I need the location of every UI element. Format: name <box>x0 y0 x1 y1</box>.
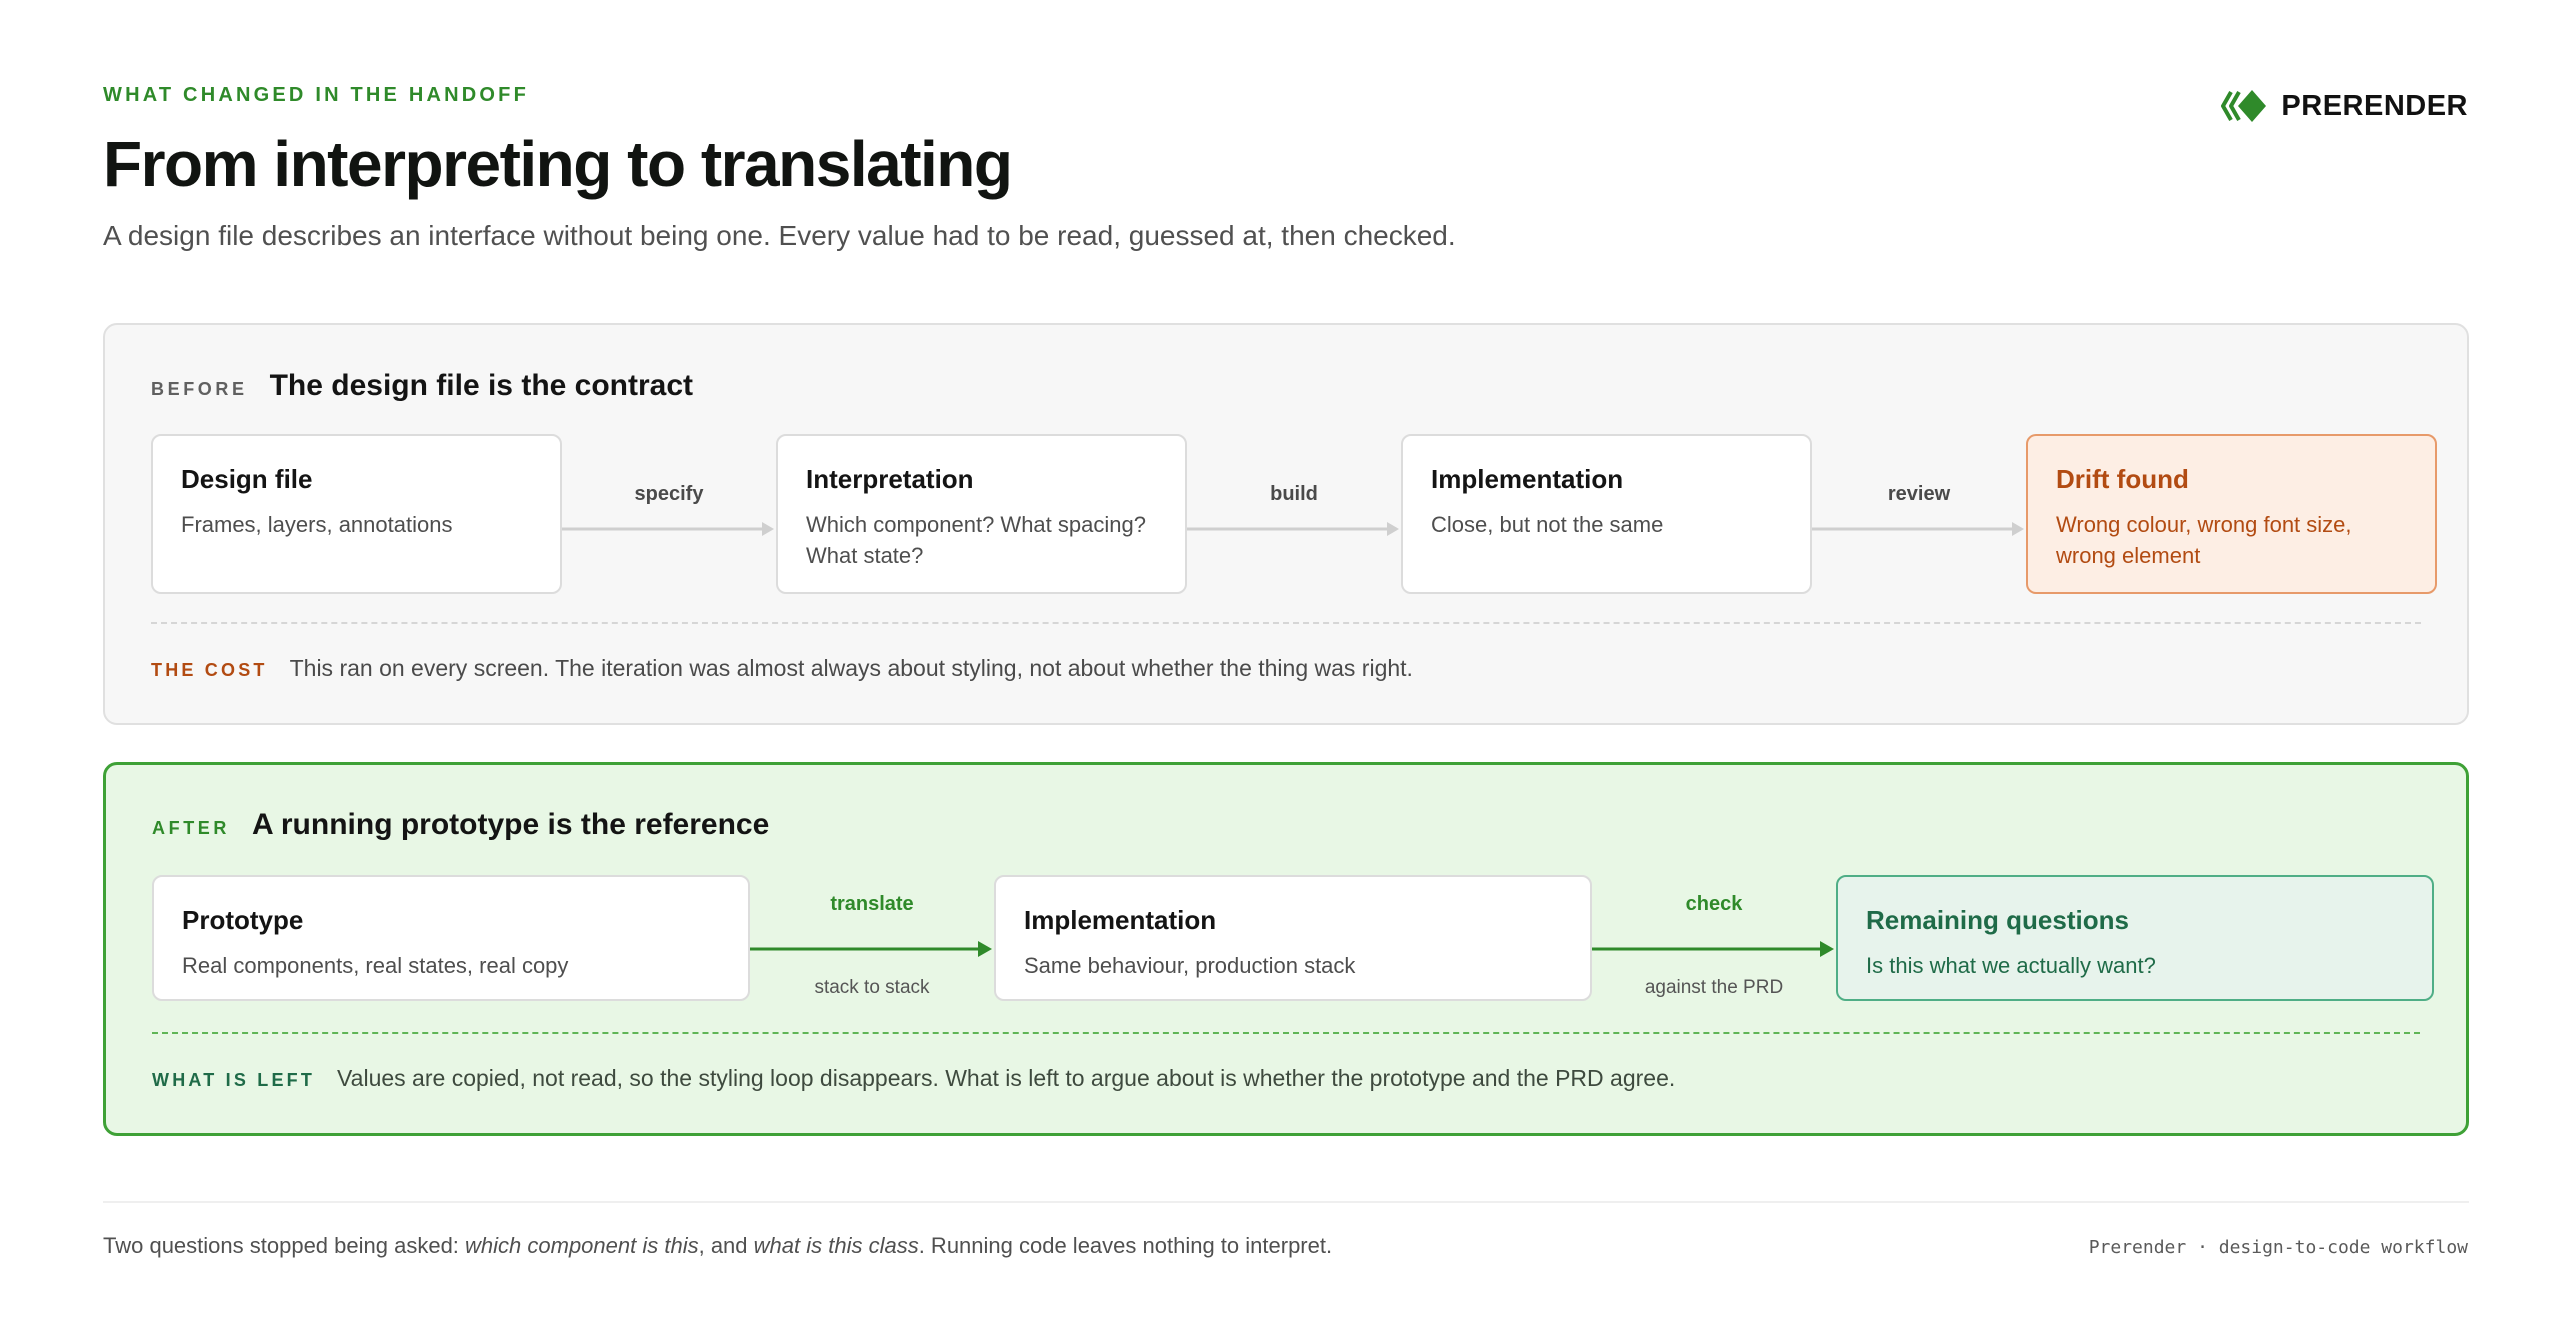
brand-logo: PRERENDER <box>2221 88 2468 124</box>
after-panel: AFTER A running prototype is the referen… <box>103 762 2469 1136</box>
step-title: Interpretation <box>806 464 974 494</box>
before-tag: BEFORE <box>151 379 248 399</box>
step-title: Prototype <box>182 905 304 935</box>
dashed-divider <box>152 1032 2420 1034</box>
step-title: Implementation <box>1431 464 1624 494</box>
left-text: Values are copied, not read, so the styl… <box>337 1065 1676 1091</box>
step-title: Design file <box>181 464 313 494</box>
cost-tag: THE COST <box>151 660 268 680</box>
step-drift-found: Drift found Wrong colour, wrong font siz… <box>2026 434 2437 594</box>
arrow-label: translate <box>830 893 914 915</box>
step-desc: Same behaviour, production stack <box>1024 953 1356 978</box>
arrow-label: check <box>1685 893 1743 915</box>
note-question-2: what is this class <box>753 1233 919 1258</box>
brand-name: PRERENDER <box>2281 89 2468 122</box>
arrow-review: review <box>1812 483 2026 553</box>
before-header: BEFORE The design file is the contract <box>151 369 693 403</box>
step-title: Remaining questions <box>1866 905 2129 935</box>
note-mid: , and <box>698 1233 754 1258</box>
step-remaining-questions: Remaining questions Is this what we actu… <box>1836 875 2434 1001</box>
arrow-label: review <box>1887 483 1951 505</box>
step-desc: Close, but not the same <box>1431 512 1664 537</box>
step-desc: Real components, real states, real copy <box>182 953 569 978</box>
step-title: Implementation <box>1024 905 1217 935</box>
eyebrow-label: WHAT CHANGED IN THE HANDOFF <box>103 84 529 106</box>
before-panel: BEFORE The design file is the contract D… <box>103 323 2469 725</box>
step-interpretation: Interpretation Which component? What spa… <box>776 434 1187 594</box>
arrow-sublabel: stack to stack <box>814 977 930 998</box>
dashed-divider <box>151 622 2421 624</box>
step-title: Drift found <box>2056 464 2189 494</box>
before-title: The design file is the contract <box>269 369 694 402</box>
arrow-right-icon <box>750 941 992 957</box>
diamond-chevrons-icon <box>2221 90 2267 122</box>
arrow-sublabel: against the PRD <box>1644 977 1784 998</box>
step-implementation: Implementation Same behaviour, productio… <box>994 875 1592 1001</box>
arrow-right-icon <box>562 522 774 536</box>
left-tag: WHAT IS LEFT <box>152 1070 316 1090</box>
arrow-check: check against the PRD <box>1592 893 1836 1003</box>
arrow-label: specify <box>634 483 704 505</box>
after-left-note: WHAT IS LEFT Values are copied, not read… <box>152 1065 1675 1092</box>
after-title: A running prototype is the reference <box>252 808 770 841</box>
arrow-right-icon <box>1187 522 1399 536</box>
note-suffix: . Running code leaves nothing to interpr… <box>918 1233 1333 1258</box>
before-cost-note: THE COST This ran on every screen. The i… <box>151 655 1413 682</box>
note-question-1: which component is this <box>465 1233 699 1258</box>
after-header: AFTER A running prototype is the referen… <box>152 808 769 842</box>
note-prefix: Two questions stopped being asked: <box>103 1233 466 1258</box>
step-desc: Wrong colour, wrong font size, wrong ele… <box>2056 512 2352 568</box>
cost-text: This ran on every screen. The iteration … <box>289 655 1413 681</box>
arrow-right-icon <box>1592 941 1834 957</box>
step-desc: Which component? What spacing? What stat… <box>806 512 1146 568</box>
step-desc: Frames, layers, annotations <box>181 512 453 537</box>
footer-note: Two questions stopped being asked: which… <box>103 1233 1332 1259</box>
arrow-build: build <box>1187 483 1401 553</box>
arrow-right-icon <box>1812 522 2024 536</box>
step-prototype: Prototype Real components, real states, … <box>152 875 750 1001</box>
step-desc: Is this what we actually want? <box>1866 953 2156 978</box>
arrow-label: build <box>1270 483 1318 505</box>
arrow-specify: specify <box>562 483 776 553</box>
page-subtitle: A design file describes an interface wit… <box>103 220 1456 251</box>
step-implementation: Implementation Close, but not the same <box>1401 434 1812 594</box>
page-title: From interpreting to translating <box>103 128 1013 200</box>
after-tag: AFTER <box>152 818 230 838</box>
step-design-file: Design file Frames, layers, annotations <box>151 434 562 594</box>
footer-rule <box>103 1201 2469 1203</box>
arrow-translate: translate stack to stack <box>750 893 994 1003</box>
footer-credit: Prerender · design-to-code workflow <box>2088 1237 2468 1258</box>
